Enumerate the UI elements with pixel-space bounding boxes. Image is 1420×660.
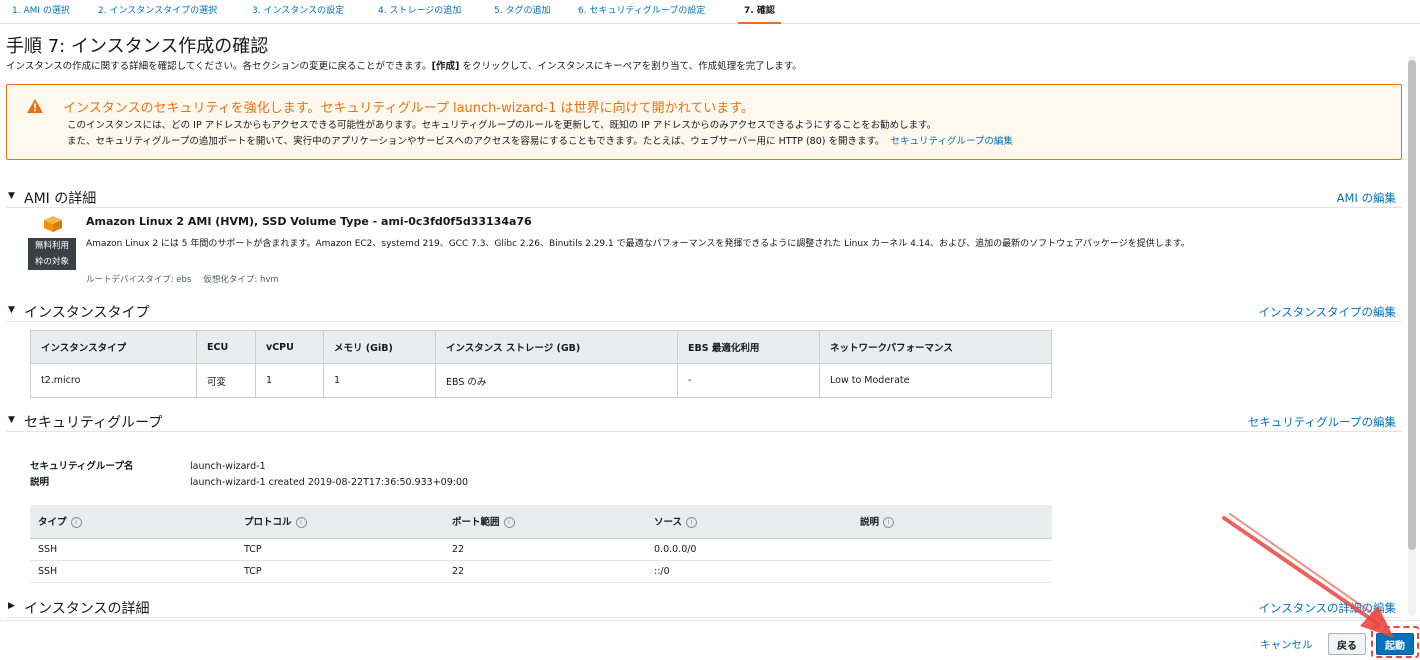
security-group-name-row: セキュリティグループ名 launch-wizard-1 <box>30 458 266 472</box>
ami-section-title: AMI の詳細 <box>24 191 97 207</box>
step-ami[interactable]: 1. AMI の選択 <box>6 4 76 24</box>
warning-title: インスタンスのセキュリティを強化します。セキュリティグループ launch-wi… <box>63 101 754 116</box>
warning-text-1: このインスタンスには、どの IP アドレスからもアクセスできる可能性があります。… <box>67 120 937 131</box>
column-header: ECU <box>196 330 256 364</box>
instance-type-section-title: インスタンスタイプ <box>24 305 150 321</box>
table-cell: 22 <box>444 538 646 561</box>
ami-meta: ルートデバイスタイプ: ebs 仮想化タイプ: hvm <box>86 273 279 285</box>
column-header: ポート範囲 i <box>444 505 646 539</box>
step-security-group[interactable]: 6. セキュリティグループの設定 <box>572 4 711 24</box>
table-cell: 1 <box>323 363 436 398</box>
table-cell: 可変 <box>196 363 256 398</box>
ami-section-header[interactable]: ▼ AMI の詳細 AMI の編集 <box>6 186 1402 208</box>
step-storage[interactable]: 4. ストレージの追加 <box>372 4 467 24</box>
back-button[interactable]: 戻る <box>1328 633 1366 655</box>
security-group-desc-value: launch-wizard-1 created 2019-08-22T17:36… <box>190 477 469 488</box>
instance-type-table: インスタンスタイプ ECU vCPU メモリ (GiB) インスタンス ストレー… <box>30 330 1052 398</box>
column-header: メモリ (GiB) <box>323 330 436 364</box>
column-header: プロトコル i <box>236 505 444 539</box>
root-device-type: ルートデバイスタイプ: ebs <box>86 275 192 285</box>
table-cell: TCP <box>236 560 444 583</box>
scrollbar[interactable] <box>1408 56 1416 616</box>
table-cell: EBS のみ <box>435 363 678 398</box>
free-tier-badge: 無料利用 枠の対象 <box>28 238 76 270</box>
wizard-steps: 1. AMI の選択 2. インスタンスタイプの選択 3. インスタンスの設定 … <box>0 0 1420 24</box>
ami-cube-icon <box>44 216 62 232</box>
collapse-triangle-icon[interactable]: ▼ <box>8 305 15 315</box>
collapse-triangle-icon[interactable]: ▼ <box>8 191 15 201</box>
column-header: EBS 最適化利用 <box>677 330 820 364</box>
warning-text-2: また、セキュリティグループの追加ポートを開いて、実行中のアプリケーションやサービ… <box>67 136 1013 147</box>
column-header: vCPU <box>255 330 324 364</box>
security-warning: インスタンスのセキュリティを強化します。セキュリティグループ launch-wi… <box>6 84 1402 160</box>
launch-highlight-annotation <box>1371 626 1419 658</box>
page-description: インスタンスの作成に関する詳細を確認してください。各セクションの変更に戻ることが… <box>6 61 802 72</box>
table-cell: ::/0 <box>646 560 852 583</box>
collapse-triangle-icon[interactable]: ▼ <box>8 415 15 425</box>
table-cell <box>852 560 1052 583</box>
security-rules-table: タイプ i プロトコル i ポート範囲 i ソース i 説明 i SSH TCP 22 0… <box>30 505 1052 583</box>
column-header: 説明 i <box>852 505 1052 539</box>
info-icon[interactable]: i <box>295 517 307 529</box>
security-group-desc-label: 説明 <box>30 477 50 488</box>
step-tags[interactable]: 5. タグの追加 <box>488 4 556 24</box>
table-cell: TCP <box>236 538 444 561</box>
edit-ami-link[interactable]: AMI の編集 <box>1337 190 1396 206</box>
scrollbar-thumb[interactable] <box>1408 60 1416 550</box>
table-cell: Low to Moderate <box>819 363 1052 398</box>
edit-instance-details-link[interactable]: インスタンスの詳細の編集 <box>1258 600 1396 616</box>
info-icon[interactable]: i <box>883 517 895 529</box>
instance-details-section-title: インスタンスの詳細 <box>24 601 150 617</box>
security-group-section-title: セキュリティグループ <box>24 415 163 431</box>
table-cell: SSH <box>30 560 236 583</box>
edit-security-group-link[interactable]: セキュリティグループの編集 <box>891 136 1013 147</box>
table-cell: 22 <box>444 560 646 583</box>
column-header: タイプ i <box>30 505 236 539</box>
table-row: SSH TCP 22 0.0.0.0/0 <box>30 538 1052 561</box>
column-header: ネットワークパフォーマンス <box>819 330 1052 364</box>
instance-details-section-header[interactable]: ▶ インスタンスの詳細 インスタンスの詳細の編集 <box>6 596 1402 618</box>
table-cell: 1 <box>255 363 324 398</box>
table-cell: t2.micro <box>30 363 197 398</box>
table-cell: - <box>677 363 820 398</box>
table-row: SSH TCP 22 ::/0 <box>30 560 1052 583</box>
table-cell <box>852 538 1052 561</box>
table-row: t2.micro 可変 1 1 EBS のみ - Low to Moderate <box>30 363 1052 398</box>
security-group-section-header[interactable]: ▼ セキュリティグループ セキュリティグループの編集 <box>6 410 1402 432</box>
warning-icon <box>27 99 43 113</box>
ami-description: Amazon Linux 2 には 5 年間のサポートが含まれます。Amazon… <box>86 239 1190 249</box>
table-cell: 0.0.0.0/0 <box>646 538 852 561</box>
security-group-name-value: launch-wizard-1 <box>190 461 266 472</box>
step-instance-type[interactable]: 2. インスタンスタイプの選択 <box>92 4 223 24</box>
table-cell: SSH <box>30 538 236 561</box>
security-group-desc-row: 説明 launch-wizard-1 created 2019-08-22T17:… <box>30 474 468 488</box>
cancel-button[interactable]: キャンセル <box>1260 637 1313 652</box>
info-icon[interactable]: i <box>503 517 515 529</box>
ami-name: Amazon Linux 2 AMI (HVM), SSD Volume Typ… <box>86 215 532 228</box>
page-title: 手順 7: インスタンス作成の確認 <box>6 36 269 57</box>
info-icon[interactable]: i <box>70 517 82 529</box>
edit-instance-type-link[interactable]: インスタンスタイプの編集 <box>1258 304 1396 320</box>
edit-security-group-section-link[interactable]: セキュリティグループの編集 <box>1248 414 1396 430</box>
info-icon[interactable]: i <box>686 517 698 529</box>
security-group-name-label: セキュリティグループ名 <box>30 461 134 472</box>
virtualization-type: 仮想化タイプ: hvm <box>203 275 279 285</box>
column-header: インスタンス ストレージ (GB) <box>435 330 678 364</box>
column-header: ソース i <box>646 505 852 539</box>
step-review[interactable]: 7. 確認 <box>738 4 781 24</box>
step-instance-config[interactable]: 3. インスタンスの設定 <box>246 4 350 24</box>
instance-type-section-header[interactable]: ▼ インスタンスタイプ インスタンスタイプの編集 <box>6 300 1402 322</box>
expand-triangle-icon[interactable]: ▶ <box>8 601 15 611</box>
column-header: インスタンスタイプ <box>30 330 197 364</box>
footer: キャンセル 戻る 起動 <box>0 620 1420 660</box>
